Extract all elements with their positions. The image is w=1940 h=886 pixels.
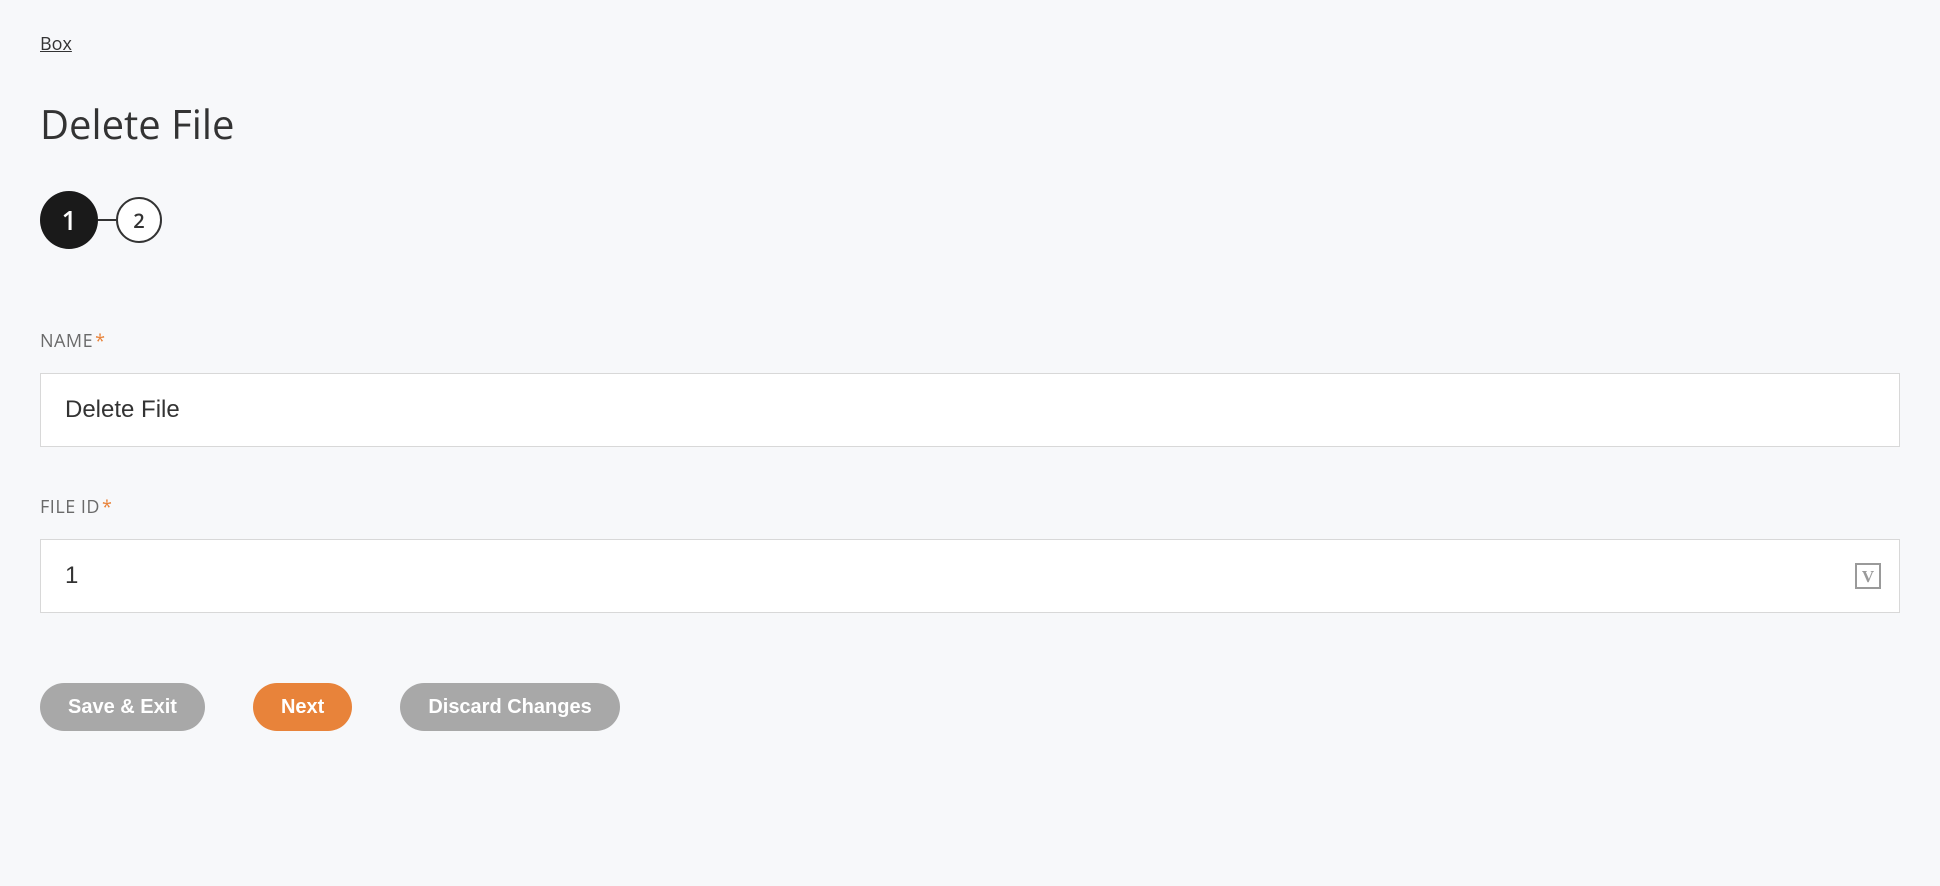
file-id-input[interactable] [40,539,1900,613]
save-exit-button[interactable]: Save & Exit [40,683,205,731]
button-row: Save & Exit Next Discard Changes [40,683,1900,731]
page-title: Delete File [40,96,1900,151]
form-field-name: NAME* [40,329,1900,447]
name-label: NAME* [40,329,1900,353]
required-mark: * [95,329,105,353]
stepper: 1 2 [40,191,1900,249]
form-field-file-id: FILE ID* V [40,495,1900,613]
next-button[interactable]: Next [253,683,352,731]
file-id-label-text: FILE ID [40,495,100,519]
name-input[interactable] [40,373,1900,447]
name-label-text: NAME [40,329,93,353]
discard-button[interactable]: Discard Changes [400,683,619,731]
variable-icon[interactable]: V [1854,562,1882,590]
required-mark: * [102,495,112,519]
svg-text:V: V [1862,567,1875,586]
step-connector [98,219,116,221]
breadcrumb-link[interactable]: Box [40,32,72,56]
step-2[interactable]: 2 [116,197,162,243]
file-id-label: FILE ID* [40,495,1900,519]
step-1[interactable]: 1 [40,191,98,249]
